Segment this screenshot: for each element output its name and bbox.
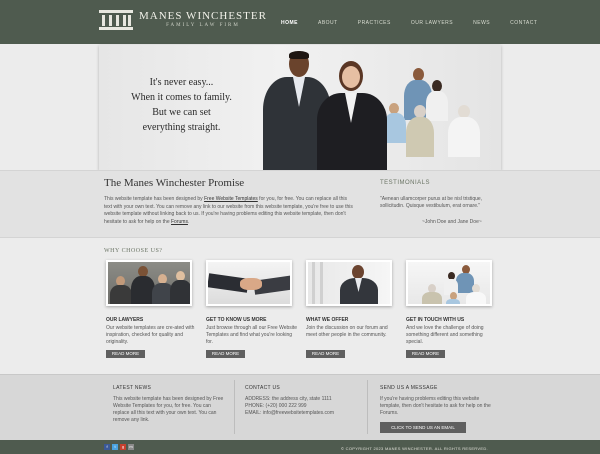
hero-tagline: It's never easy... When it comes to fami…: [131, 77, 232, 133]
nav-our-lawyers[interactable]: OUR LAWYERS: [411, 20, 453, 26]
read-more-button[interactable]: READ MORE: [306, 350, 345, 358]
testimonials-title: TESTIMONIALS: [380, 180, 431, 186]
card-what-we-offer: WHAT WE OFFER Join the discussion on our…: [306, 260, 392, 358]
footer-divider: [367, 380, 368, 434]
social-links: f t g m: [104, 444, 136, 450]
copyright: © COPYRIGHT 2023 MANES WINCHESTER. ALL R…: [341, 446, 488, 451]
family-photo: [384, 65, 501, 170]
logo-subtitle: FAMILY LAW FIRM: [166, 23, 240, 28]
nav-news[interactable]: NEWS: [473, 20, 490, 26]
footer-divider: [234, 380, 235, 434]
family-group-image: [406, 260, 492, 306]
card-get-to-know-us: GET TO KNOW US MORE Just browse through …: [206, 260, 297, 358]
googleplus-icon[interactable]: g: [120, 444, 126, 450]
nav-practices[interactable]: PRACTICES: [358, 20, 391, 26]
forums-link[interactable]: Forums: [171, 219, 188, 225]
logo-title: MANES WINCHESTER: [139, 10, 267, 22]
free-website-templates-link[interactable]: Free Website Templates: [204, 196, 258, 202]
footer-send-message: SEND US A MESSAGE If you're having probl…: [380, 385, 500, 433]
nav-home[interactable]: HOME: [281, 20, 298, 26]
testimonial-quote: "Aenean ullamcorper purus at be nisl tri…: [380, 196, 483, 209]
lawyer-portrait-image: [306, 260, 392, 306]
bottom-bar: [0, 440, 600, 454]
read-more-button[interactable]: READ MORE: [206, 350, 245, 358]
facebook-icon[interactable]: f: [104, 444, 110, 450]
columns-logo-icon: [99, 10, 133, 30]
footer-latest-news: LATEST NEWS This website template has be…: [113, 385, 224, 423]
handshake-image: [206, 260, 292, 306]
hero-banner: It's never easy... When it comes to fami…: [99, 45, 501, 170]
nav-contact[interactable]: CONTACT: [510, 20, 537, 26]
card-our-lawyers: OUR LAWYERS Our website templates are cr…: [106, 260, 194, 358]
why-choose-title: WHY CHOOSE US?: [104, 248, 163, 254]
nav-about[interactable]: ABOUT: [318, 20, 338, 26]
read-more-button[interactable]: READ MORE: [406, 350, 445, 358]
mail-icon[interactable]: m: [128, 444, 134, 450]
main-nav: HOME ABOUT PRACTICES OUR LAWYERS NEWS CO…: [281, 20, 557, 26]
contact-email-link[interactable]: EMAIL: info@freewebsitetemplates.com: [245, 410, 360, 417]
footer-contact: CONTACT US ADDRESS: the address city, st…: [245, 385, 360, 417]
twitter-icon[interactable]: t: [112, 444, 118, 450]
send-email-button[interactable]: CLICK TO SEND US AN EMAIL: [380, 422, 466, 433]
promise-text: This website template has been designed …: [104, 196, 353, 225]
logo[interactable]: MANES WINCHESTER FAMILY LAW FIRM: [99, 10, 267, 30]
card-get-in-touch: GET IN TOUCH WITH US And we love the cha…: [406, 260, 492, 358]
testimonial-author: ~John Doe and Jane Doe~: [422, 219, 482, 225]
lawyers-group-image: [106, 260, 192, 306]
read-more-button[interactable]: READ MORE: [106, 350, 145, 358]
promise-title: The Manes Winchester Promise: [104, 177, 245, 189]
lawyer-woman-photo: [311, 61, 393, 170]
